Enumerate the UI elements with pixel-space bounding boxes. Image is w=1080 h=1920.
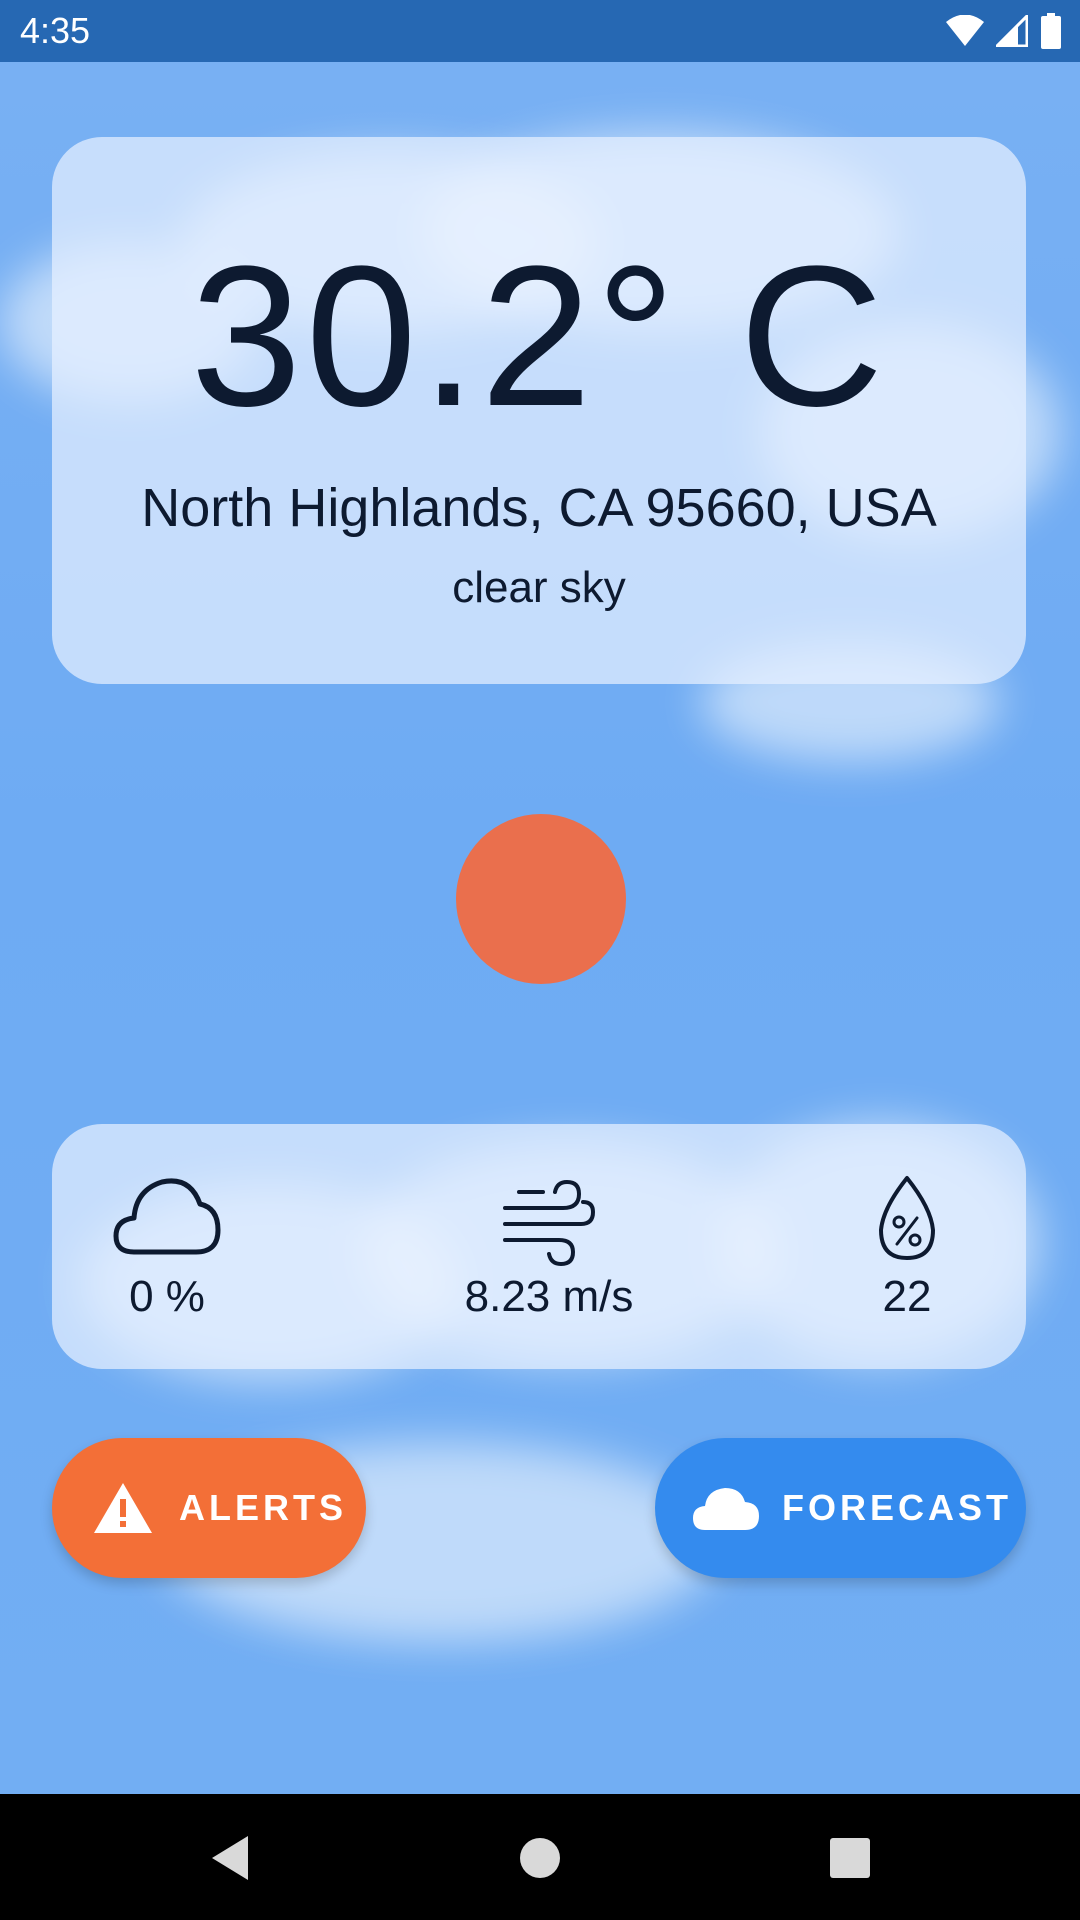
cloud-icon [113, 1178, 221, 1255]
home-icon[interactable] [508, 1826, 572, 1890]
signal-icon [996, 15, 1028, 47]
alerts-button-label: ALERTS [179, 1487, 347, 1528]
status-time: 4:35 [20, 10, 91, 51]
warning-icon [94, 1483, 152, 1533]
wind-stat: 8.23 m/s [444, 1124, 654, 1369]
navigation-bar [0, 1794, 1080, 1920]
sun-icon [456, 814, 626, 984]
forecast-button[interactable]: FORECAST [655, 1438, 1026, 1578]
recents-icon[interactable] [818, 1826, 882, 1890]
temperature: 30.2° C [190, 225, 888, 448]
alerts-button[interactable]: ALERTS [52, 1438, 366, 1578]
cloudiness-stat: 0 % [87, 1124, 247, 1369]
humidity-value: 22 [882, 1272, 932, 1321]
humidity-icon [879, 1176, 935, 1260]
battery-icon [1041, 13, 1061, 49]
forecast-button-label: FORECAST [782, 1487, 1012, 1528]
humidity-stat: 22 [842, 1124, 972, 1369]
cloudiness-value: 0 % [129, 1272, 205, 1321]
current-weather-card: 30.2° C North Highlands, CA 95660, USA c… [52, 137, 1026, 684]
wifi-icon [946, 15, 984, 46]
cloud-icon [693, 1488, 759, 1530]
back-icon[interactable] [200, 1826, 264, 1890]
status-bar: 4:35 [0, 0, 1080, 62]
weather-screen: 4:35 30.2° C North Highlands, CA 95660, … [0, 0, 1080, 1920]
weather-description: clear sky [452, 563, 626, 612]
location: North Highlands, CA 95660, USA [141, 478, 937, 538]
status-icons [946, 13, 1062, 49]
wind-icon [503, 1179, 596, 1267]
wind-speed-value: 8.23 m/s [464, 1272, 634, 1321]
weather-stats-card: 0 % 8.23 m/s 22 [52, 1124, 1026, 1369]
